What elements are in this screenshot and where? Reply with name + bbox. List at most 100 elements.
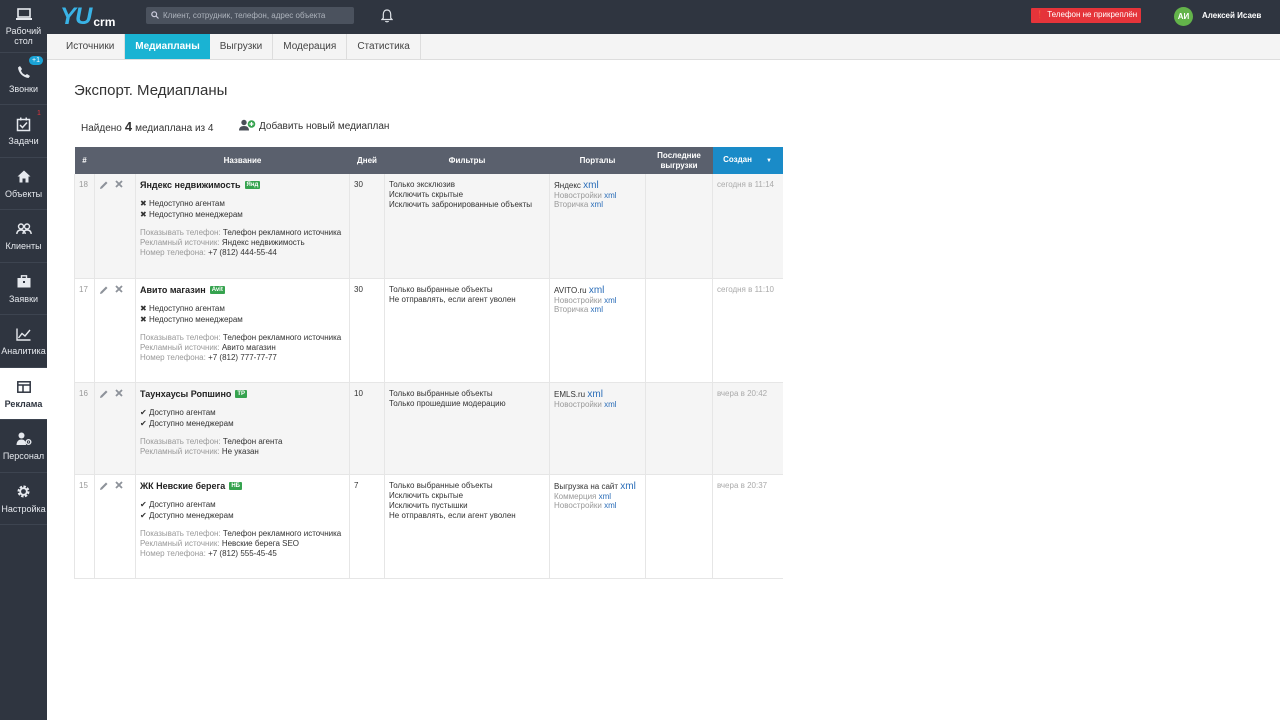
table-row[interactable]: 18 Яндекс недвижимость Янд ✖ Недоступно а… [74,174,783,279]
mediaplan-cell: Таунхаусы Ропшино ТР ✔ Доступно агентам ✔ … [135,382,350,475]
app-logo[interactable]: YU crm [60,3,115,31]
meta-line: Показывать телефон: Телефон рекламного и… [140,529,345,538]
top-bar: YU crm ❗ Телефон не прикреплён АИ Алексе… [47,0,1280,34]
sidebar-item-staff[interactable]: Персонал [0,420,47,473]
col-last-exports[interactable]: Последние выгрузки [645,147,713,174]
tab-mediaplans[interactable]: Медиапланы [125,34,210,59]
filters-cell: Только выбранные объекты Исключить скрыты… [384,474,550,579]
portal-sub-label: Вторичка [554,304,589,314]
meta-label: Рекламный источник: [140,342,220,352]
edit-icon[interactable] [99,481,109,493]
created-cell: вчера в 20:37 [712,474,783,579]
xml-link[interactable]: xml [620,481,636,492]
tab-exports[interactable]: Выгрузки [210,34,274,59]
col-created[interactable]: Создан ▼ [712,147,783,174]
table-row[interactable]: 16 Таунхаусы Ропшино ТР ✔ Доступно агента… [74,382,783,475]
sidebar-item-label: Клиенты [5,241,42,252]
meta-value: Невские берега SEO [221,538,300,548]
portal-main: Яндекс xml [554,180,641,191]
mediaplan-cell: ЖК Невские берега НБ ✔ Доступно агентам ✔ … [135,474,350,579]
sidebar-item-clients[interactable]: Клиенты [0,210,47,263]
sidebar-item-label: Звонки [8,83,39,94]
xml-link[interactable]: xml [591,305,603,314]
edit-icon[interactable] [99,285,109,297]
table-row[interactable]: 17 Авито магазин Avit ✖ Недоступно агента… [74,278,783,383]
bell-icon[interactable] [380,9,394,26]
portals-cell: Яндекс xml Новостройки xml Вторичка xml [549,174,646,279]
portal-sub: Вторичка xml [554,200,641,209]
xml-link[interactable]: xml [604,191,616,200]
col-name[interactable]: Название [135,147,350,174]
table-row[interactable]: 15 ЖК Невские берега НБ ✔ Доступно агента… [74,474,783,579]
mediaplan-name-line: ЖК Невские берега НБ [140,481,345,491]
meta-line: Рекламный источник: Яндекс недвижимость [140,238,345,247]
add-mediaplan-button[interactable]: Добавить новый медиаплан [239,119,389,134]
mediaplan-name[interactable]: Таунхаусы Ропшино [140,389,231,399]
meta-label: Показывать телефон: [140,228,221,237]
xml-link[interactable]: xml [591,200,603,209]
sidebar-item-requests[interactable]: Заявки [0,263,47,315]
portal-main: EMLS.ru xml [554,389,641,400]
page-title: Экспорт. Медиапланы [74,82,228,99]
edit-icon[interactable] [99,389,109,401]
found-suffix: медиаплана из 4 [135,123,214,134]
edit-icon[interactable] [99,180,109,192]
tab-sources[interactable]: Источники [56,34,126,59]
meta-line: Рекламный источник: Не указан [140,447,345,456]
mediaplan-name[interactable]: Авито магазин [140,285,206,295]
availability-text: Доступно менеджерам [148,510,234,520]
created-cell: вчера в 20:42 [712,382,783,475]
mediaplan-name[interactable]: Яндекс недвижимость [140,180,241,190]
days-cell: 10 [349,382,385,475]
col-filters[interactable]: Фильтры [384,147,550,174]
xml-link[interactable]: xml [604,296,616,305]
sidebar-item-settings[interactable]: Настройка [0,473,47,525]
search-input[interactable] [163,11,353,20]
xml-link[interactable]: xml [604,501,616,510]
sidebar-item-desktop[interactable]: Рабочий стол [0,0,47,53]
meta-value: +7 (812) 555-45-45 [208,548,277,558]
xml-link[interactable]: xml [589,285,605,296]
search-icon [151,10,159,22]
phone-warning-badge[interactable]: ❗ Телефон не прикреплён [1031,8,1142,23]
sidebar-item-ads[interactable]: Реклама [0,367,47,420]
sidebar-item-calls[interactable]: +1 Звонки [0,53,47,105]
delete-icon[interactable] [115,480,123,491]
availability-text: Недоступно менеджерам [148,314,243,324]
mediaplan-name[interactable]: ЖК Невские берега [140,481,225,491]
tab-statistics[interactable]: Статистика [347,34,421,59]
xml-link[interactable]: xml [583,180,599,191]
delete-icon[interactable] [115,388,123,399]
user-name[interactable]: Алексей Исаев [1202,11,1261,20]
xml-link[interactable]: xml [587,389,603,400]
col-days[interactable]: Дней [349,147,385,174]
add-user-icon [239,119,256,134]
xml-link[interactable]: xml [604,400,616,409]
portal-main: AVITO.ru xml [554,285,641,296]
portal-sub-label: Новостройки [554,500,602,510]
add-mediaplan-label: Добавить новый медиаплан [259,121,390,132]
row-actions [94,174,136,279]
delete-icon[interactable] [115,180,123,190]
row-actions [94,474,136,579]
mediaplan-cell: Авито магазин Avit ✖ Недоступно агентам ✖ … [135,278,350,383]
tab-moderation[interactable]: Модерация [273,34,348,59]
users-icon [15,220,33,238]
portal-sub: Новостройки xml [554,296,641,305]
xml-link[interactable]: xml [599,492,611,501]
mediaplan-name-line: Авито магазин Avit [140,285,345,295]
delete-icon[interactable] [115,284,123,295]
sidebar-item-tasks[interactable]: 1 Задачи [0,105,47,158]
availability-mark-icon: ✔ [140,510,147,520]
sidebar-item-analytics[interactable]: Аналитика [0,315,47,368]
sidebar-item-objects[interactable]: Объекты [0,158,47,210]
sidebar-item-label: Задачи [8,136,39,147]
table-header-row: # Название Дней Фильтры Порталы Последни… [74,147,783,174]
sidebar-item-label: Заявки [8,293,39,304]
search-box [146,7,354,24]
mediaplan-tag: Avit [209,285,225,294]
filter-item: Исключить скрытые [389,190,464,199]
col-portals[interactable]: Порталы [549,147,646,174]
col-num[interactable]: # [74,147,95,174]
avatar[interactable]: АИ [1174,7,1193,26]
